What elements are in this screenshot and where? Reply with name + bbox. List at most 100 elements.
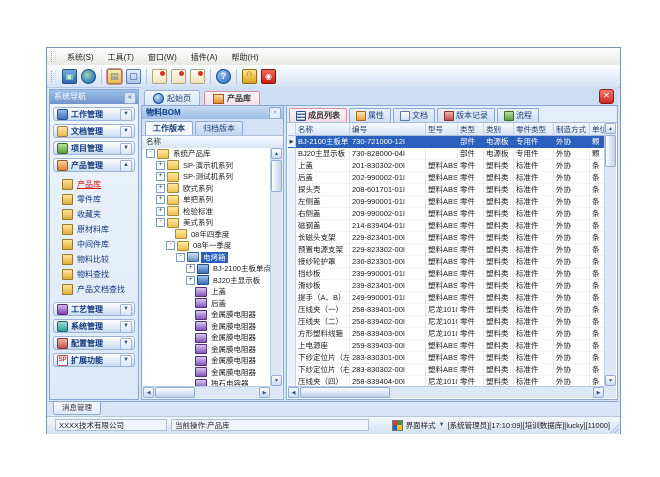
collapse-toggle-icon[interactable]: - <box>146 149 155 158</box>
message-open-icon[interactable] <box>171 69 186 84</box>
hscroll-thumb[interactable] <box>300 387 390 398</box>
lock-icon[interactable] <box>242 69 257 84</box>
menu-item[interactable]: 插件(A) <box>184 53 225 62</box>
table-row[interactable]: 压线夹（四）258-839404-00I尼龙1010零件塑料类标准件外协条 <box>288 376 604 386</box>
tree-node[interactable]: 金属膜电阻器 <box>143 309 270 321</box>
chevron-down-icon[interactable]: ▼ <box>120 338 132 350</box>
tab-成员列表[interactable]: 成员列表 <box>289 108 347 122</box>
expand-toggle-icon[interactable]: + <box>156 161 165 170</box>
system-icon[interactable] <box>62 69 77 84</box>
tree-node[interactable]: -电烤箱 <box>143 252 270 264</box>
collapse-toggle-icon[interactable]: - <box>176 253 185 262</box>
scroll-left-icon[interactable]: ◀ <box>288 387 299 398</box>
table-row[interactable]: 下纱定位片（右）283-830302-00I塑料ABS零件塑料类标准件外协条 <box>288 364 604 376</box>
bom-tree-vscrollbar[interactable]: ▲ ▼ <box>270 148 282 386</box>
table-row[interactable]: 预置电源支架229-823302-00I塑料ABS零件塑料类标准件外协条 <box>288 244 604 256</box>
expand-toggle-icon[interactable]: + <box>186 264 195 273</box>
tree-node[interactable]: -系统产品库 <box>143 148 270 160</box>
vscroll-thumb[interactable] <box>271 160 282 192</box>
tree-node[interactable]: +SP-演示机系列 <box>143 160 270 172</box>
tree-node[interactable]: +欧式系列 <box>143 183 270 195</box>
table-row[interactable]: 方形塑料线箍258-839403-00I尼龙1010零件塑料类标准件外协条 <box>288 328 604 340</box>
scroll-down-icon[interactable]: ▼ <box>271 375 282 386</box>
expand-toggle-icon[interactable]: + <box>156 207 165 216</box>
expand-toggle-icon[interactable]: + <box>156 172 165 181</box>
expand-toggle-icon[interactable]: + <box>186 276 195 285</box>
pin-icon[interactable]: ▫ <box>269 107 281 119</box>
tree-node[interactable]: +单把系列 <box>143 194 270 206</box>
table-row[interactable]: 上电源座259-839403-00I塑料ABS零件塑料类标准件外协条 <box>288 340 604 352</box>
table-row[interactable]: 压线夹（一）258-839401-00I尼龙1010零件塑料类标准件外协条 <box>288 304 604 316</box>
tab-归档版本[interactable]: 归档版本 <box>195 121 243 135</box>
table-row[interactable]: 压线夹（二）258-839402-00I尼龙1010零件塑料类标准件外协条 <box>288 316 604 328</box>
bom-tree-hscrollbar[interactable]: ◀ ▶ <box>143 386 270 398</box>
sidebar-item-产品文档查找[interactable]: 产品文档查找 <box>54 282 134 297</box>
close-document-button[interactable]: ✕ <box>599 89 614 104</box>
chevron-down-icon[interactable]: ▼ <box>120 355 132 367</box>
tree-node[interactable]: +BJ-2100主板单点 <box>143 263 270 275</box>
tree-node[interactable]: +检验标准 <box>143 206 270 218</box>
column-header-类别[interactable]: 类别 <box>484 123 514 136</box>
table-row[interactable]: 长磁头支架229-823401-00I塑料ABS零件塑料类标准件外协条 <box>288 232 604 244</box>
sidebar-item-物料比较[interactable]: 物料比较 <box>54 252 134 267</box>
scroll-down-icon[interactable]: ▼ <box>605 375 616 386</box>
expand-toggle-icon[interactable]: + <box>156 195 165 204</box>
tree-node[interactable]: +SP-测试机系列 <box>143 171 270 183</box>
tab-产品库[interactable]: 产品库 <box>204 91 260 106</box>
style-palette-icon[interactable] <box>392 420 403 431</box>
sidebar-item-零件库[interactable]: 零件库 <box>54 192 134 207</box>
menu-item[interactable]: 帮助(H) <box>224 53 265 62</box>
exit-icon[interactable] <box>261 69 276 84</box>
table-row[interactable]: 右侧盖209-990002-01I塑料ABS零件塑料类标准件外协条 <box>288 208 604 220</box>
resize-grip[interactable] <box>610 424 619 433</box>
chevron-down-icon[interactable]: ▼ <box>120 143 132 155</box>
scroll-right-icon[interactable]: ▶ <box>259 387 270 398</box>
column-header-制造方式[interactable]: 制造方式 <box>554 123 590 136</box>
table-row[interactable]: 左侧盖209-990001-01I塑料ABS零件塑料类标准件外协条 <box>288 196 604 208</box>
chevron-down-icon[interactable]: ▼ <box>120 304 132 316</box>
table-row[interactable]: 后盖202-990002-01I塑料ABS零件塑料类标准件外协条 <box>288 172 604 184</box>
scroll-right-icon[interactable]: ▶ <box>593 387 604 398</box>
table-hscrollbar[interactable]: ◀ ▶ <box>288 386 604 398</box>
tree-node[interactable]: 独石电容器 <box>143 378 270 386</box>
scroll-up-icon[interactable]: ▲ <box>271 148 282 159</box>
tree-node[interactable]: 金属膜电阻器 <box>143 332 270 344</box>
dropdown-arrow-icon[interactable]: ▼ <box>439 422 445 428</box>
collapse-toggle-icon[interactable]: - <box>156 218 165 227</box>
column-header-编号[interactable]: 编号 <box>350 123 426 136</box>
globe-icon[interactable] <box>81 69 96 84</box>
table-row[interactable]: 下纱定位片（左）283-830301-00I塑料ABS零件塑料类标准件外协条 <box>288 352 604 364</box>
sidebar-item-产品库[interactable]: 产品库 <box>54 177 134 192</box>
tree-node[interactable]: 金属膜电阻器 <box>143 367 270 379</box>
sidebar-group-工作管理[interactable]: 工作管理▼ <box>53 107 135 121</box>
sidebar-group-项目管理[interactable]: 项目管理▼ <box>53 141 135 155</box>
table-row[interactable]: ▶BJ-2100主板单点730-721000-12I部件电源板专用件外协颗 <box>288 136 604 148</box>
table-row[interactable]: 挡纱板239-990001-01I塑料ABS零件塑料类标准件外协条 <box>288 268 604 280</box>
sidebar-collapse-icon[interactable]: « <box>124 92 136 104</box>
scroll-left-icon[interactable]: ◀ <box>143 387 154 398</box>
toolbar-drag-handle[interactable] <box>51 71 56 82</box>
tree-node[interactable]: 金属膜电阻器 <box>143 321 270 333</box>
tree-node[interactable]: 上盖 <box>143 286 270 298</box>
sidebar-group-工艺管理[interactable]: 工艺管理▼ <box>53 302 135 316</box>
tab-流程[interactable]: 流程 <box>497 108 539 122</box>
tree-node[interactable]: -08年一季度 <box>143 240 270 252</box>
column-header-型号[interactable]: 型号 <box>426 123 458 136</box>
chevron-down-icon[interactable]: ▼ <box>120 109 132 121</box>
tab-工作版本[interactable]: 工作版本 <box>145 121 193 135</box>
menu-item[interactable]: 工具(T) <box>101 53 141 62</box>
menu-item[interactable]: 系统(S) <box>60 53 101 62</box>
tab-属性[interactable]: 属性 <box>349 108 391 122</box>
tree-node[interactable]: -美式系列 <box>143 217 270 229</box>
table-row[interactable]: 上盖201-830302-00I塑料ABS零件塑料类标准件外协条 <box>288 160 604 172</box>
column-header-名称[interactable]: 名称 <box>296 123 350 136</box>
tab-message-manager[interactable]: 消息管理 <box>53 402 101 415</box>
chevron-up-icon[interactable]: ▲ <box>120 160 132 172</box>
table-row[interactable]: 接纱轮护罩236-823301-00I塑料ABS零件塑料类标准件外协条 <box>288 256 604 268</box>
help-icon[interactable] <box>216 69 231 84</box>
sidebar-group-产品管理[interactable]: 产品管理▲ <box>53 158 135 172</box>
table-row[interactable]: 提手（A、B）249-990001-01I塑料ABS零件塑料类标准件外协条 <box>288 292 604 304</box>
table-row[interactable]: 滑纱板239-823401-00I塑料ABS零件塑料类标准件外协条 <box>288 280 604 292</box>
sidebar-group-文档管理[interactable]: 文档管理▼ <box>53 124 135 138</box>
menubar-drag-handle[interactable] <box>51 51 56 62</box>
